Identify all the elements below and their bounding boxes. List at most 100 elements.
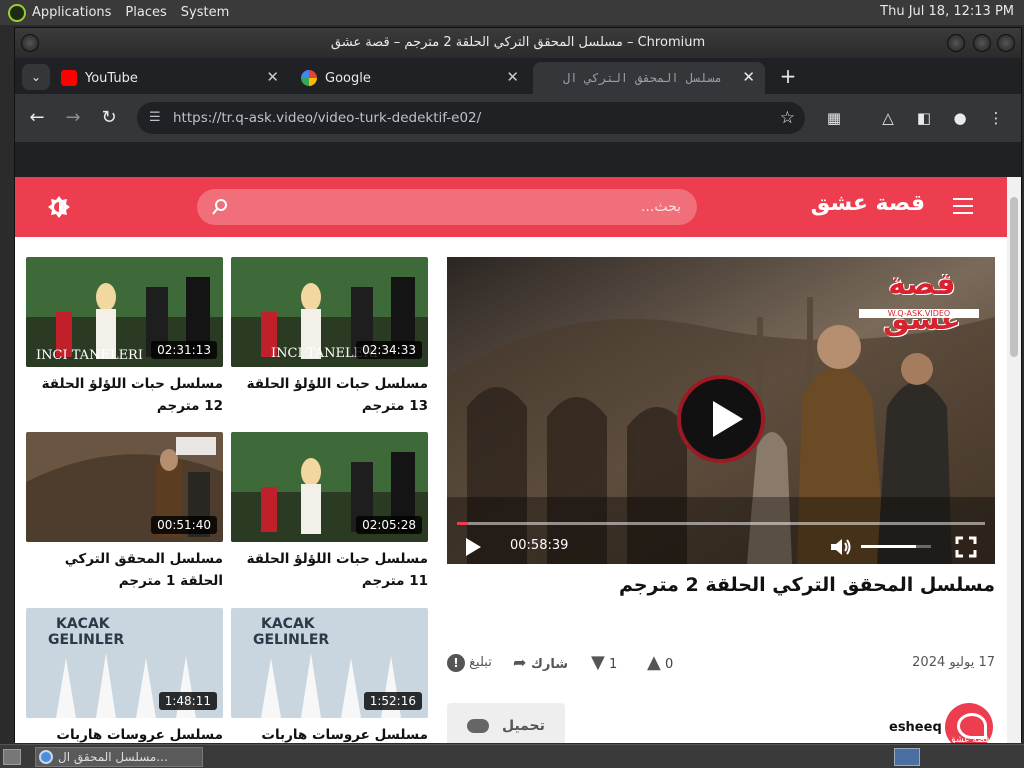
channel-name[interactable]: esheeq xyxy=(889,720,942,735)
download-button[interactable]: تحميل xyxy=(447,703,565,743)
related-card[interactable]: INCI TANELERI 02:31:13 مسلسل حبات اللؤلؤ… xyxy=(26,257,223,417)
distro-logo-icon[interactable] xyxy=(8,3,26,22)
dislike-button[interactable]: 1 ▼ xyxy=(591,649,625,677)
window-menu-button[interactable] xyxy=(21,34,39,52)
search-icon[interactable] xyxy=(211,198,229,216)
bookmark-star-icon[interactable]: ☆ xyxy=(780,102,795,134)
related-thumbnail[interactable]: KACAK GELINLER 1:52:16 xyxy=(231,608,428,718)
tab-strip: ⌄ YouTube ✕ Google ✕ مسلسل المحقق التركي… xyxy=(15,58,1021,94)
publish-date: 17 يوليو 2024 xyxy=(912,655,995,670)
big-play-button[interactable] xyxy=(677,375,765,463)
related-card[interactable]: 00:51:40 مسلسل المحقق التركي الحلقة 1 مت… xyxy=(26,432,223,592)
minimize-button[interactable] xyxy=(947,34,965,52)
theme-toggle-icon[interactable] xyxy=(47,195,71,219)
hamburger-menu-icon[interactable] xyxy=(953,198,973,214)
related-card[interactable]: KACAK GELINLER 1:48:11 مسلسل عروسات هاربا… xyxy=(26,608,223,743)
related-card[interactable]: 02:05:28 مسلسل حبات اللؤلؤ الحلقة 11 متر… xyxy=(231,432,428,592)
taskbar-window-label: مسلسل المحقق ال... xyxy=(58,750,168,764)
site-header: قصة عشق xyxy=(15,177,1007,237)
close-window-button[interactable] xyxy=(997,34,1015,52)
show-desktop-button[interactable] xyxy=(3,749,21,765)
menu-applications[interactable]: Applications xyxy=(32,5,111,20)
tab-label: Google xyxy=(325,70,371,86)
address-bar[interactable]: ☰ https://tr.q-ask.video/video-turk-dede… xyxy=(137,102,805,134)
extensions-icon[interactable]: ▦ xyxy=(823,107,845,129)
video-title: مسلسل المحقق التركي الحلقة 2 مترجم xyxy=(618,574,995,596)
duration-badge: 1:48:11 xyxy=(158,692,217,710)
share-label: شارك xyxy=(530,657,569,672)
like-button[interactable]: 0 ▲ xyxy=(647,649,681,677)
tab-search-button[interactable]: ⌄ xyxy=(22,64,50,90)
window-title: مسلسل المحقق التركي الحلقة 2 مترجم – قصة… xyxy=(330,35,706,50)
volume-icon[interactable] xyxy=(829,536,853,558)
thumbs-down-icon: ▼ xyxy=(591,652,605,673)
thumbs-up-icon: ▲ xyxy=(647,652,661,673)
maximize-button[interactable] xyxy=(973,34,991,52)
channel-avatar-text: قصة عشق xyxy=(948,735,990,743)
related-title[interactable]: مسلسل المحقق التركي الحلقة 1 مترجم xyxy=(26,548,223,592)
duration-badge: 02:05:28 xyxy=(356,516,422,534)
svg-text:GELINLER: GELINLER xyxy=(48,632,124,648)
related-thumbnail[interactable]: 02:05:28 xyxy=(231,432,428,542)
reload-icon[interactable]: ↻ xyxy=(97,106,121,130)
menu-system[interactable]: System xyxy=(181,5,229,20)
duration-badge: 00:51:40 xyxy=(151,516,217,534)
download-label: تحميل xyxy=(501,718,545,734)
related-title[interactable]: مسلسل حبات اللؤلؤ الحلقة 12 مترجم xyxy=(26,373,223,417)
youtube-icon xyxy=(61,70,77,86)
channel-avatar[interactable]: قصة عشق xyxy=(945,703,993,743)
forward-arrow-icon[interactable]: → xyxy=(61,106,85,130)
tab-youtube[interactable]: YouTube ✕ xyxy=(49,62,289,94)
side-panel-icon[interactable]: ◧ xyxy=(913,107,935,129)
labs-flask-icon[interactable]: △ xyxy=(877,107,899,129)
top-panel: Applications Places System Thu Jul 18, 1… xyxy=(0,0,1024,25)
related-card[interactable]: INCI TANELERI 02:34:33 مسلسل حبات اللؤلؤ… xyxy=(231,257,428,417)
search-input[interactable] xyxy=(237,189,681,225)
page-scrollbar[interactable] xyxy=(1007,177,1021,743)
related-card[interactable]: KACAK GELINLER 1:52:16 مسلسل عروسات هاربا… xyxy=(231,608,428,743)
more-menu-icon[interactable]: ⋮ xyxy=(985,107,1007,129)
related-thumbnail[interactable]: INCI TANELERI 02:31:13 xyxy=(26,257,223,367)
site-logo[interactable]: قصة عشق xyxy=(805,191,925,216)
fullscreen-icon[interactable] xyxy=(955,536,977,558)
related-title[interactable]: مسلسل عروسات هاربات xyxy=(231,724,428,743)
browser-window: مسلسل المحقق التركي الحلقة 2 مترجم – قصة… xyxy=(14,27,1022,743)
share-arrow-icon: ➦ xyxy=(513,653,527,672)
report-button[interactable]: تبليغ ! xyxy=(447,649,492,677)
volume-slider[interactable] xyxy=(861,545,931,548)
video-player[interactable]: قصة عشق W.Q-ASK.VIDEO 00:58:39 xyxy=(447,257,995,564)
related-thumbnail[interactable]: KACAK GELINLER 1:48:11 xyxy=(26,608,223,718)
share-button[interactable]: شارك ➦ xyxy=(513,649,568,677)
close-tab-icon[interactable]: ✕ xyxy=(506,68,519,86)
svg-text:KACAK: KACAK xyxy=(261,616,316,632)
video-actions: تبليغ ! شارك ➦ 1 ▼ 0 ▲ 17 يوليو 2024 xyxy=(447,649,995,679)
google-icon xyxy=(301,70,317,86)
related-thumbnail[interactable]: 00:51:40 xyxy=(26,432,223,542)
taskbar-window-button[interactable]: مسلسل المحقق ال... xyxy=(35,747,203,767)
browser-toolbar: ← → ↻ ☰ https://tr.q-ask.video/video-tur… xyxy=(15,94,1021,142)
tab-active[interactable]: مسلسل المحقق التركي ال ✕ xyxy=(533,62,765,94)
profile-icon[interactable]: ● xyxy=(949,107,971,129)
url-text: https://tr.q-ask.video/video-turk-dedekt… xyxy=(173,110,482,126)
like-count: 0 xyxy=(664,657,674,672)
back-arrow-icon[interactable]: ← xyxy=(25,106,49,130)
play-icon[interactable] xyxy=(466,538,481,556)
related-thumbnail[interactable]: INCI TANELERI 02:34:33 xyxy=(231,257,428,367)
close-tab-icon[interactable]: ✕ xyxy=(742,68,755,86)
related-title[interactable]: مسلسل حبات اللؤلؤ الحلقة 13 مترجم xyxy=(231,373,428,417)
duration-badge: 02:34:33 xyxy=(356,341,422,359)
progress-bar[interactable] xyxy=(457,522,985,525)
window-titlebar[interactable]: مسلسل المحقق التركي الحلقة 2 مترجم – قصة… xyxy=(15,28,1021,58)
cloud-download-icon xyxy=(467,719,490,733)
new-tab-button[interactable]: + xyxy=(775,64,801,90)
related-title[interactable]: مسلسل عروسات هاربات xyxy=(26,724,223,743)
scrollbar-thumb[interactable] xyxy=(1010,197,1018,357)
tab-google[interactable]: Google ✕ xyxy=(289,62,529,94)
site-info-icon[interactable]: ☰ xyxy=(149,102,161,134)
close-tab-icon[interactable]: ✕ xyxy=(266,68,279,86)
clock[interactable]: Thu Jul 18, 12:13 PM xyxy=(880,4,1014,19)
workspace-switcher[interactable] xyxy=(894,748,920,766)
menu-places[interactable]: Places xyxy=(125,5,166,20)
related-title[interactable]: مسلسل حبات اللؤلؤ الحلقة 11 مترجم xyxy=(231,548,428,592)
duration-badge: 1:52:16 xyxy=(363,692,422,710)
